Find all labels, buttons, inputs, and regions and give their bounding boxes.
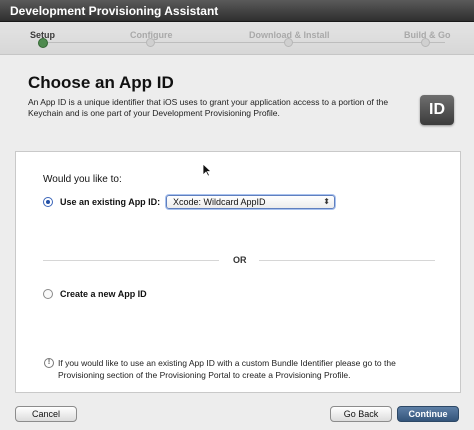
- app-id-select-value: Xcode: Wildcard AppID: [173, 197, 266, 207]
- divider-right: [259, 260, 435, 261]
- go-back-button[interactable]: Go Back: [330, 406, 392, 422]
- step-download-dot: [284, 38, 293, 47]
- info-note: If you would like to use an existing App…: [58, 358, 396, 380]
- create-new-app-id-label[interactable]: Create a new App ID: [60, 289, 147, 299]
- step-build-dot: [421, 38, 430, 47]
- window-title: Development Provisioning Assistant: [0, 0, 474, 22]
- continue-button[interactable]: Continue: [397, 406, 459, 422]
- existing-app-id-label[interactable]: Use an existing App ID:: [60, 197, 160, 207]
- radio-create-new-app-id[interactable]: [43, 289, 53, 299]
- radio-existing-app-id[interactable]: [43, 197, 53, 207]
- info-icon: !: [44, 358, 54, 368]
- step-progress-line: [43, 42, 445, 43]
- question-label: Would you like to:: [43, 174, 122, 185]
- app-id-icon: ID: [420, 95, 454, 125]
- cancel-button[interactable]: Cancel: [15, 406, 77, 422]
- step-setup-dot: [38, 38, 48, 48]
- page-description: An App ID is a unique identifier that iO…: [28, 97, 389, 118]
- divider-left: [43, 260, 219, 261]
- page-title: Choose an App ID: [28, 73, 174, 92]
- mouse-pointer-icon: [202, 163, 212, 177]
- step-configure-dot: [146, 38, 155, 47]
- select-arrows-icon: ⬍: [323, 197, 330, 206]
- step-bar: [0, 22, 474, 55]
- app-id-select[interactable]: Xcode: Wildcard AppID ⬍: [166, 195, 335, 209]
- or-label: OR: [233, 255, 247, 265]
